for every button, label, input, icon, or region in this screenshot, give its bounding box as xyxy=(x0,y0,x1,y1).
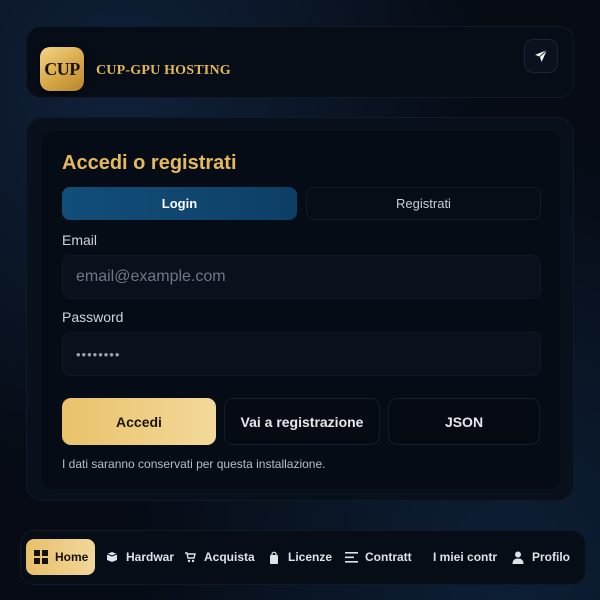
nav-label: I miei contr xyxy=(433,550,498,564)
nav-item-home[interactable]: Home xyxy=(26,539,96,575)
nav-item-profilo[interactable]: Profilo xyxy=(511,539,570,575)
go-to-register-button[interactable]: Vai a registrazione xyxy=(224,398,380,445)
cart-icon xyxy=(183,550,197,564)
grid-icon xyxy=(34,550,48,564)
send-button[interactable] xyxy=(524,39,558,73)
bottom-nav: Home Hardwar Acquista Licenze Contratt I… xyxy=(20,530,586,585)
nav-label: Home xyxy=(55,550,89,564)
password-field[interactable]: •••••••• xyxy=(62,332,541,376)
json-button[interactable]: JSON xyxy=(388,398,540,445)
login-button[interactable]: Accedi xyxy=(62,398,216,445)
password-label: Password xyxy=(62,309,124,325)
nav-label: Hardwar xyxy=(126,550,175,564)
tab-register[interactable]: Registrati xyxy=(306,187,541,220)
bag-icon xyxy=(267,550,281,564)
box-icon xyxy=(105,550,119,564)
list-icon xyxy=(344,550,358,564)
email-label: Email xyxy=(62,232,98,248)
card-title: Accedi o registrati xyxy=(62,152,237,174)
nav-label: Acquista xyxy=(204,550,255,564)
nav-item-acquista[interactable]: Acquista xyxy=(183,539,256,575)
nav-item-miei-contratti[interactable]: I miei contr xyxy=(433,539,499,575)
tab-login[interactable]: Login xyxy=(62,187,297,220)
nav-item-licenze[interactable]: Licenze xyxy=(267,539,332,575)
nav-label: Contratt xyxy=(365,550,412,564)
app-header: CUP CUP-GPU HOSTING xyxy=(26,26,574,98)
app-logo: CUP xyxy=(40,47,84,91)
nav-label: Profilo xyxy=(532,550,570,564)
nav-label: Licenze xyxy=(288,550,333,564)
auth-card: Accedi o registrati Login Registrati Ema… xyxy=(26,117,574,501)
nav-item-hardware[interactable]: Hardwar xyxy=(105,539,177,575)
paper-plane-icon xyxy=(534,49,548,63)
auth-card-body: Accedi o registrati Login Registrati Ema… xyxy=(42,131,560,489)
email-field[interactable] xyxy=(62,255,541,299)
storage-note: I dati saranno conservati per questa ins… xyxy=(62,457,326,471)
brand-name: CUP-GPU HOSTING xyxy=(96,63,231,78)
user-icon xyxy=(511,550,525,564)
auth-tabs: Login Registrati xyxy=(62,187,541,220)
nav-item-contratti[interactable]: Contratt xyxy=(344,539,412,575)
